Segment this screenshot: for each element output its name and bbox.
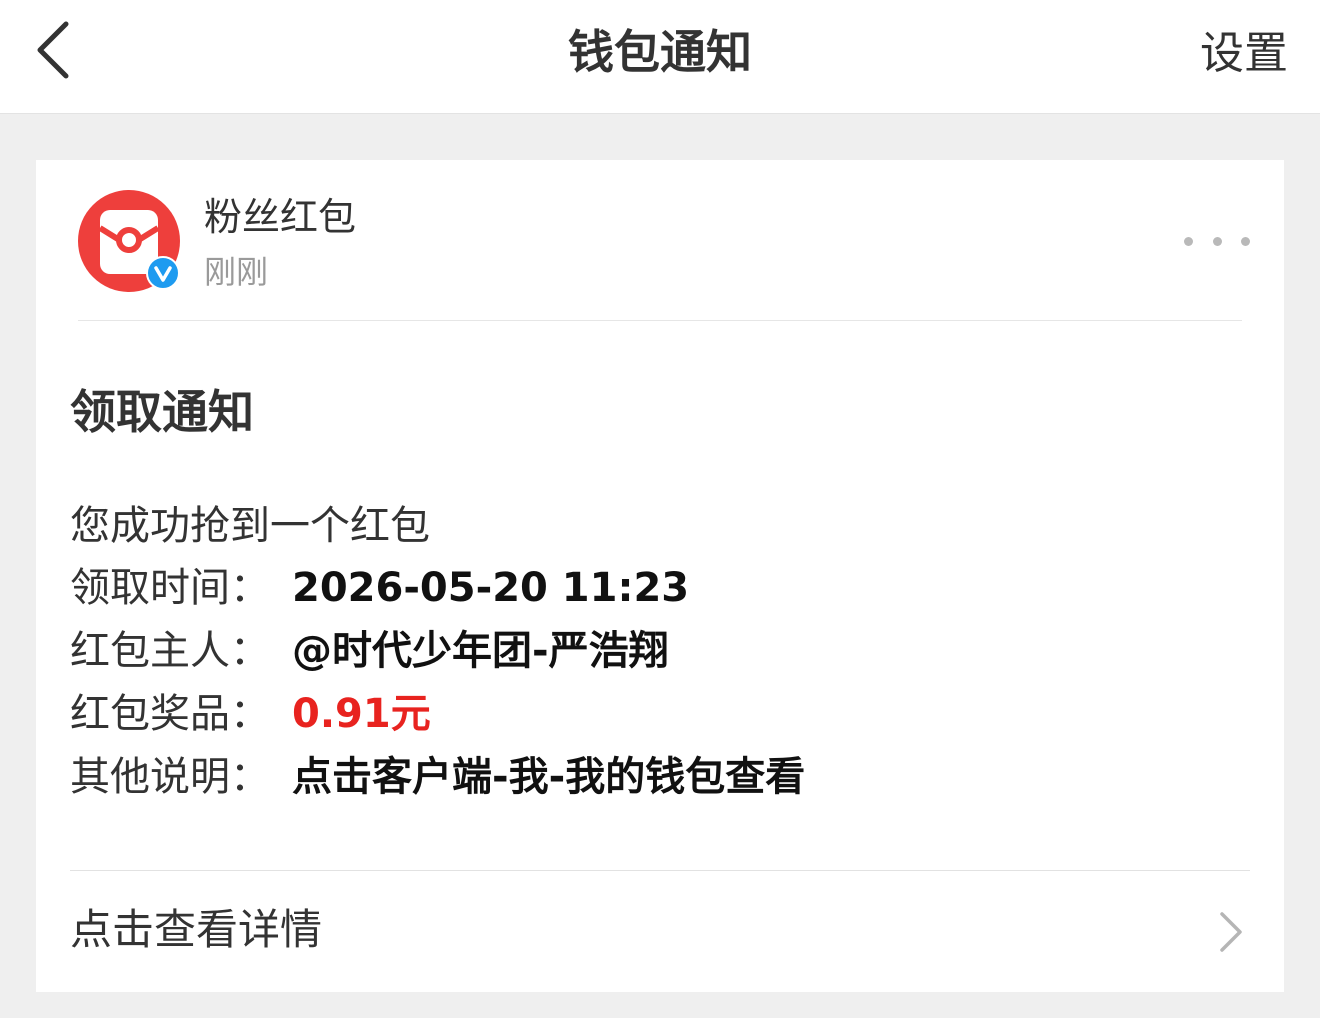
info-value: @时代少年团-严浩翔 bbox=[292, 628, 669, 674]
prize-amount: 0.91元 bbox=[292, 691, 431, 737]
info-label: 红包主人： bbox=[70, 628, 270, 674]
more-horizontal-icon bbox=[1241, 236, 1250, 246]
more-horizontal-icon bbox=[1212, 236, 1222, 246]
info-row-prize: 红包奖品： 0.91元 bbox=[70, 684, 431, 744]
more-horizontal-icon bbox=[1184, 236, 1193, 246]
notice-title: 领取通知 bbox=[70, 385, 254, 439]
info-row-note: 其他说明： 点击客户端-我-我的钱包查看 bbox=[70, 747, 805, 807]
chevron-right-icon bbox=[1220, 912, 1242, 952]
info-label: 其他说明： bbox=[70, 754, 270, 800]
info-value: 点击客户端-我-我的钱包查看 bbox=[292, 754, 806, 800]
page-title: 钱包通知 bbox=[568, 25, 752, 79]
account-name[interactable]: 粉丝红包 bbox=[204, 192, 356, 242]
info-row-claim-time: 领取时间： 2026-05-20 11:23 bbox=[70, 558, 689, 618]
info-label: 领取时间： bbox=[70, 565, 270, 611]
back-button[interactable] bbox=[22, 14, 86, 86]
nav-bar: 钱包通知 设置 bbox=[0, 0, 1320, 114]
info-row-owner: 红包主人： @时代少年团-严浩翔 bbox=[70, 621, 669, 681]
view-details-link[interactable]: 点击查看详情 bbox=[36, 872, 1284, 992]
divider bbox=[70, 870, 1250, 871]
more-options-button[interactable] bbox=[1184, 226, 1250, 256]
notice-intro: 您成功抢到一个红包 bbox=[70, 503, 430, 549]
info-label: 红包奖品： bbox=[70, 691, 270, 737]
settings-button[interactable]: 设置 bbox=[1200, 24, 1288, 84]
verified-badge-icon bbox=[146, 256, 180, 290]
post-time: 刚刚 bbox=[204, 253, 269, 291]
divider bbox=[78, 320, 1242, 321]
info-value: 2026-05-20 11:23 bbox=[292, 565, 690, 611]
chevron-left-icon bbox=[37, 21, 69, 79]
view-details-label: 点击查看详情 bbox=[70, 905, 323, 954]
notification-card: 粉丝红包 刚刚 领取通知 您成功抢到一个红包 领取时间： 2026-05-20 1… bbox=[36, 160, 1284, 992]
